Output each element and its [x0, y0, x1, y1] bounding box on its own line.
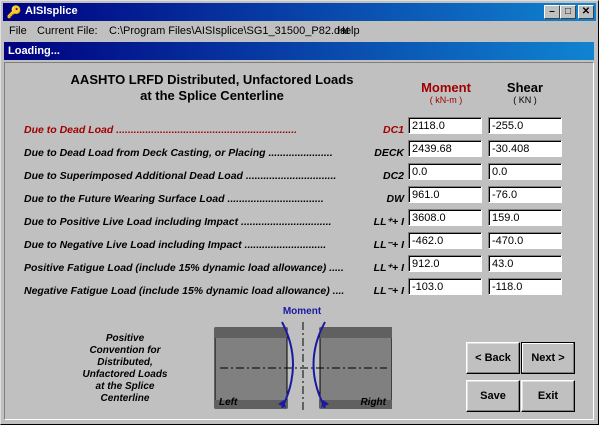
shear-field-negative-fatigue[interactable] — [488, 278, 562, 295]
row-code: DW — [386, 193, 405, 205]
window-title: AISIsplice — [25, 5, 78, 17]
title-bar[interactable]: 🔑 AISIsplice – □ ✕ — [3, 3, 596, 21]
moment-field-dc2[interactable] — [408, 163, 482, 180]
key-icon: 🔑 — [6, 5, 22, 19]
close-button[interactable]: ✕ — [578, 5, 594, 19]
left-label: Left — [219, 397, 238, 408]
heading-line-1: AASHTO LRFD Distributed, Unfactored Load… — [70, 72, 354, 87]
row-code: LL⁺+ I — [373, 262, 404, 274]
row-label-dc2: Due to Superimposed Additional Dead Load… — [24, 170, 404, 182]
row-label-deck: Due to Dead Load from Deck Casting, or P… — [24, 147, 404, 159]
exit-button[interactable]: Exit — [521, 380, 575, 412]
heading-line-2: at the Splice Centerline — [140, 88, 284, 103]
current-file-path: C:\Program Files\AISIsplice\SG1_31500_P8… — [109, 25, 350, 37]
shear-field-negative-live[interactable] — [488, 232, 562, 249]
maximize-button[interactable]: □ — [560, 5, 576, 19]
loading-bar: Loading... — [4, 42, 594, 60]
row-label-text: Due to Superimposed Additional Dead Load… — [24, 170, 337, 182]
moment-field-negative-live[interactable] — [408, 232, 482, 249]
right-flange-top — [320, 328, 392, 338]
row-label-text: Negative Fatigue Load (include 15% dynam… — [24, 285, 345, 297]
row-label-text: Positive Fatigue Load (include 15% dynam… — [24, 262, 344, 274]
back-button[interactable]: < Back — [466, 342, 520, 374]
row-label-dw: Due to the Future Wearing Surface Load .… — [24, 193, 404, 205]
moment-column-header: Moment — [421, 80, 471, 95]
convention-line: Unfactored Loads — [82, 369, 168, 380]
convention-line: Centerline — [100, 393, 150, 404]
shear-column-header: Shear — [506, 80, 544, 95]
page-heading: AASHTO LRFD Distributed, Unfactored Load… — [62, 72, 362, 104]
row-label-text: Due to Positive Live Load including Impa… — [24, 216, 332, 228]
row-code: LL⁻+ I — [373, 239, 404, 251]
save-button[interactable]: Save — [466, 380, 520, 412]
menu-bar: File Current File: C:\Program Files\AISI… — [3, 22, 596, 40]
row-label-text: Due to Dead Load from Deck Casting, or P… — [24, 147, 333, 159]
moment-field-dw[interactable] — [408, 186, 482, 203]
menu-file[interactable]: File — [9, 25, 27, 37]
shear-field-dc2[interactable] — [488, 163, 562, 180]
row-label-text: Due to the Future Wearing Surface Load .… — [24, 193, 324, 205]
row-label-text: Due to Dead Load .......................… — [24, 124, 298, 136]
row-code: DC1 — [382, 124, 404, 136]
moment-field-deck[interactable] — [408, 140, 482, 157]
row-code: DC2 — [382, 170, 404, 182]
shear-field-deck[interactable] — [488, 140, 562, 157]
shear-field-positive-live[interactable] — [488, 209, 562, 226]
moment-convention-diagram: Moment Left Right — [214, 306, 392, 410]
row-code: DECK — [374, 147, 404, 159]
right-label: Right — [360, 397, 386, 408]
shear-field-dc1[interactable] — [488, 117, 562, 134]
left-flange-top — [215, 328, 287, 338]
moment-unit: ( kN-m ) — [429, 95, 463, 105]
moment-field-negative-fatigue[interactable] — [408, 278, 482, 295]
moment-field-positive-live[interactable] — [408, 209, 482, 226]
row-label-dead-load: Due to Dead Load .......................… — [24, 124, 404, 136]
convention-line: Positive — [105, 333, 145, 344]
row-label-positive-fatigue: Positive Fatigue Load (include 15% dynam… — [24, 262, 404, 274]
row-code: LL⁻+ I — [373, 285, 404, 297]
current-file-label: Current File: — [37, 25, 98, 37]
shear-field-dw[interactable] — [488, 186, 562, 203]
row-label-positive-live: Due to Positive Live Load including Impa… — [24, 216, 404, 228]
row-label-negative-fatigue: Negative Fatigue Load (include 15% dynam… — [24, 285, 404, 297]
row-code: LL⁺+ I — [373, 216, 404, 228]
convention-line: Convention for — [89, 345, 161, 356]
row-label-text: Due to Negative Live Load including Impa… — [24, 239, 327, 251]
convention-line: Distributed, — [97, 357, 153, 368]
menu-help[interactable]: Help — [337, 25, 360, 37]
convention-text: Positive Convention for Distributed, Unf… — [70, 333, 180, 405]
moment-field-dc1[interactable] — [408, 117, 482, 134]
shear-unit: ( KN ) — [513, 95, 537, 105]
next-button[interactable]: Next > — [521, 342, 575, 374]
shear-field-positive-fatigue[interactable] — [488, 255, 562, 272]
row-label-negative-live: Due to Negative Live Load including Impa… — [24, 239, 404, 251]
moment-field-positive-fatigue[interactable] — [408, 255, 482, 272]
minimize-button[interactable]: – — [544, 5, 560, 19]
diagram-title: Moment — [283, 306, 322, 317]
convention-line: at the Splice — [95, 381, 155, 392]
